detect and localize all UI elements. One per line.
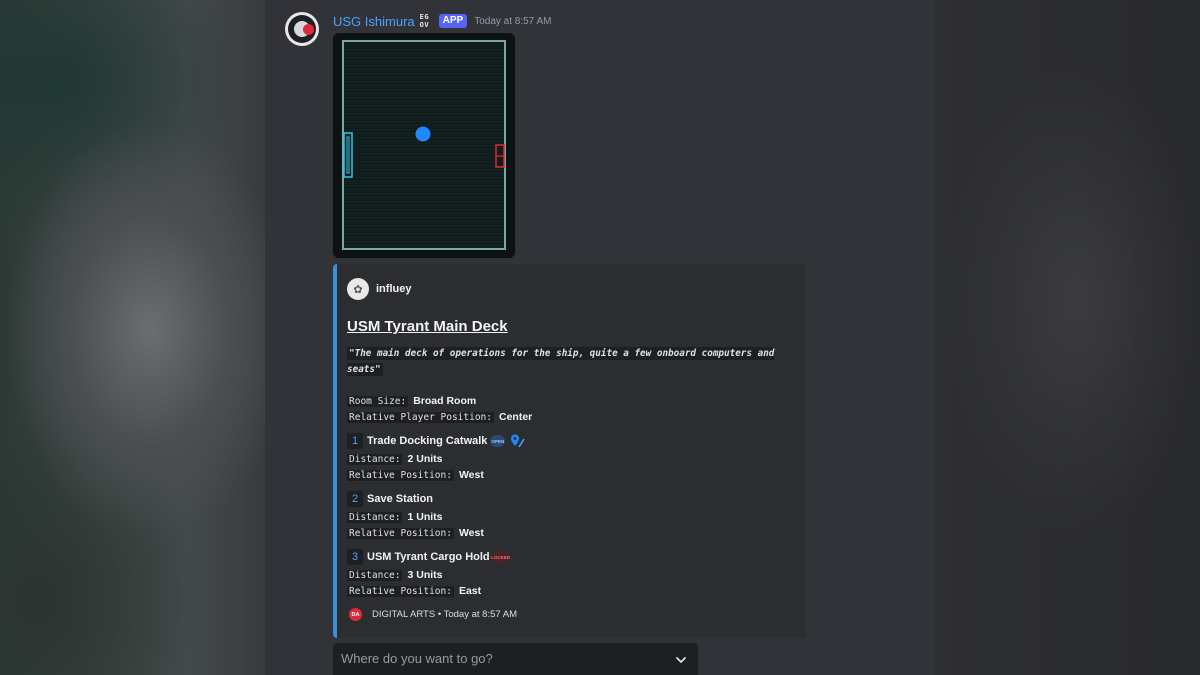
destination-position: Relative Position: East	[347, 584, 481, 598]
room-embed: ✿ influey USM Tyrant Main Deck "The main…	[333, 264, 806, 638]
distance-label: Distance:	[347, 453, 403, 465]
map-pin-icon	[511, 434, 526, 448]
blurred-background-left	[0, 0, 265, 675]
room-map-image[interactable]	[333, 33, 515, 258]
embed-title[interactable]: USM Tyrant Main Deck	[347, 318, 508, 335]
destination-number: 1	[347, 433, 363, 449]
locked-status-icon: LOCKED	[491, 551, 510, 563]
digital-arts-logo-icon: DA	[349, 608, 362, 621]
destination-select-menu[interactable]: Where do you want to go?	[333, 643, 698, 675]
distance-value: 1 Units	[407, 511, 443, 523]
destination-number: 3	[347, 549, 363, 565]
destination-item-3: 3 USM Tyrant Cargo Hold LOCKED	[347, 548, 510, 566]
destination-name: Save Station	[367, 493, 434, 505]
embed-footer: DA DIGITAL ARTS • Today at 8:57 AM	[349, 608, 517, 621]
player-position-field: Relative Player Position: Center	[347, 410, 532, 424]
open-status-icon: OPEN	[490, 435, 506, 447]
chevron-down-icon	[676, 657, 686, 663]
position-value: West	[458, 527, 484, 539]
room-description-text: "The main deck of operations for the shi…	[347, 347, 775, 376]
message-timestamp: Today at 8:57 AM	[474, 15, 552, 27]
server-tag-icon: EG OV	[419, 13, 430, 29]
author-name[interactable]: influey	[376, 283, 411, 295]
position-value: East	[458, 585, 482, 597]
distance-label: Distance:	[347, 569, 403, 581]
position-value: West	[458, 469, 484, 481]
destination-position: Relative Position: West	[347, 526, 484, 540]
destination-distance: Distance: 2 Units	[347, 452, 443, 466]
destination-item-1: 1 Trade Docking Catwalk OPEN	[347, 432, 526, 450]
select-placeholder: Where do you want to go?	[341, 651, 493, 666]
field-value: Broad Room	[413, 395, 477, 407]
destination-distance: Distance: 1 Units	[347, 510, 443, 524]
blurred-background-right	[935, 0, 1200, 675]
position-label: Relative Position:	[347, 585, 454, 597]
field-key: Room Size:	[347, 395, 409, 407]
destination-name: USM Tyrant Cargo Hold	[367, 551, 490, 563]
player-position-marker	[415, 126, 431, 142]
distance-value: 2 Units	[407, 453, 443, 465]
destination-position: Relative Position: West	[347, 468, 484, 482]
field-key: Relative Player Position:	[347, 411, 494, 423]
footer-text: DIGITAL ARTS • Today at 8:57 AM	[372, 609, 518, 620]
username[interactable]: USG Ishimura	[333, 14, 415, 29]
room-description: "The main deck of operations for the shi…	[347, 346, 795, 378]
destination-item-2: 2 Save Station	[347, 490, 433, 508]
distance-value: 3 Units	[407, 569, 443, 581]
position-label: Relative Position:	[347, 527, 454, 539]
distance-label: Distance:	[347, 511, 403, 523]
destination-name: Trade Docking Catwalk	[367, 435, 488, 447]
bot-avatar[interactable]	[285, 12, 319, 46]
destination-number: 2	[347, 491, 363, 507]
room-map-svg	[333, 33, 515, 258]
field-value: Center	[499, 411, 533, 423]
position-label: Relative Position:	[347, 469, 454, 481]
message-header: USG Ishimura EG OV APP Today at 8:57 AM	[333, 12, 551, 30]
app-badge: APP	[438, 14, 468, 28]
embed-author: ✿ influey	[347, 278, 411, 300]
room-boundary	[342, 40, 506, 250]
author-avatar[interactable]: ✿	[347, 278, 369, 300]
destination-distance: Distance: 3 Units	[347, 568, 443, 582]
room-size-field: Room Size: Broad Room	[347, 394, 476, 408]
